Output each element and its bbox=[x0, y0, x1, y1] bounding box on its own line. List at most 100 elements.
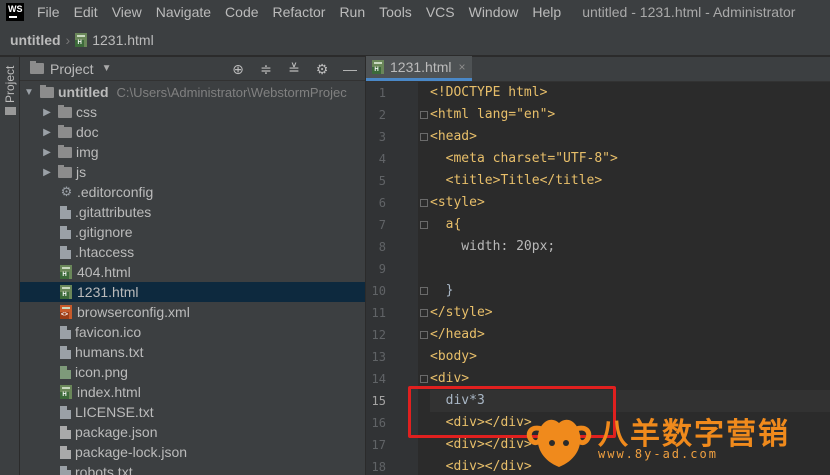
fold-marker-icon[interactable] bbox=[420, 375, 428, 383]
code-line[interactable] bbox=[430, 258, 830, 280]
tree-item-1231-html[interactable]: H 1231.html bbox=[20, 282, 365, 302]
tree-item-css[interactable]: ▶ css bbox=[20, 102, 365, 122]
fold-marker-icon[interactable] bbox=[420, 133, 428, 141]
tool-window-strip: Project bbox=[0, 57, 20, 475]
project-panel-title[interactable]: Project bbox=[50, 61, 94, 77]
line-number: 1 bbox=[378, 86, 386, 100]
tree-item-label: .gitattributes bbox=[75, 204, 152, 220]
tree-item-favicon[interactable]: favicon.ico bbox=[20, 322, 365, 342]
code-line[interactable]: <div></div> bbox=[430, 434, 830, 456]
tree-item-label: doc bbox=[76, 124, 99, 140]
close-icon[interactable]: × bbox=[458, 60, 465, 74]
menu-code[interactable]: Code bbox=[218, 4, 265, 20]
tree-item-license[interactable]: LICENSE.txt bbox=[20, 402, 365, 422]
fold-marker-icon[interactable] bbox=[420, 199, 428, 207]
breadcrumb-project[interactable]: untitled bbox=[10, 32, 61, 48]
code-line[interactable]: <title>Title</title> bbox=[430, 170, 830, 192]
line-number: 11 bbox=[371, 306, 386, 320]
line-number: 14 bbox=[371, 372, 386, 386]
code-line[interactable]: <div></div> bbox=[430, 456, 830, 475]
collapse-all-icon[interactable]: ≚ bbox=[287, 61, 301, 78]
tree-item-icon-png[interactable]: icon.png bbox=[20, 362, 365, 382]
expand-arrow-icon[interactable]: ▶ bbox=[40, 147, 54, 158]
code-text: } bbox=[430, 283, 454, 298]
code-text: <body> bbox=[430, 349, 477, 364]
tree-item-doc[interactable]: ▶ doc bbox=[20, 122, 365, 142]
tree-item-robots[interactable]: robots.txt bbox=[20, 462, 365, 475]
tree-item-404-html[interactable]: H 404.html bbox=[20, 262, 365, 282]
gear-icon[interactable]: ⚙ bbox=[315, 61, 329, 78]
tree-item-label: 404.html bbox=[77, 264, 131, 280]
html-file-icon: H bbox=[60, 385, 73, 399]
menu-vcs[interactable]: VCS bbox=[419, 4, 462, 20]
code-line[interactable]: <html lang="en"> bbox=[430, 104, 830, 126]
code-line[interactable]: <meta charset="UTF-8"> bbox=[430, 148, 830, 170]
tree-item-htaccess[interactable]: .htaccess bbox=[20, 242, 365, 262]
menu-file[interactable]: File bbox=[30, 4, 67, 20]
fold-marker-icon[interactable] bbox=[420, 331, 428, 339]
fold-marker-icon[interactable] bbox=[420, 111, 428, 119]
code-line[interactable]: <style> bbox=[430, 192, 830, 214]
code-text: <div></div> bbox=[430, 437, 532, 452]
line-number: 12 bbox=[371, 328, 386, 342]
tree-item-package-lock-json[interactable]: package-lock.json bbox=[20, 442, 365, 462]
line-number: 9 bbox=[378, 262, 386, 276]
menu-navigate[interactable]: Navigate bbox=[149, 4, 218, 20]
code-line[interactable]: <body> bbox=[430, 346, 830, 368]
expand-arrow-icon[interactable]: ▼ bbox=[22, 87, 36, 98]
code-line[interactable]: width: 20px; bbox=[430, 236, 830, 258]
tree-item-browserconfig[interactable]: <> browserconfig.xml bbox=[20, 302, 365, 322]
fold-marker-icon[interactable] bbox=[420, 287, 428, 295]
code-line[interactable]: } bbox=[430, 280, 830, 302]
fold-marker-icon[interactable] bbox=[420, 309, 428, 317]
code-line[interactable]: </head> bbox=[430, 324, 830, 346]
expand-arrow-icon[interactable]: ▶ bbox=[40, 167, 54, 178]
tree-item-label: browserconfig.xml bbox=[77, 304, 190, 320]
expand-arrow-icon[interactable]: ▶ bbox=[40, 127, 54, 138]
tree-item-humans[interactable]: humans.txt bbox=[20, 342, 365, 362]
fold-marker-icon[interactable] bbox=[420, 221, 428, 229]
code-text: <div></div> bbox=[430, 415, 532, 430]
html-file-icon: H bbox=[75, 32, 88, 47]
code-line[interactable]: <head> bbox=[430, 126, 830, 148]
tab-1231-html[interactable]: H 1231.html × bbox=[366, 56, 472, 81]
chevron-down-icon[interactable]: ▼ bbox=[102, 63, 112, 74]
folder-icon bbox=[58, 124, 72, 138]
tree-item-label: .gitignore bbox=[75, 224, 133, 240]
tree-root[interactable]: ▼ untitled C:\Users\Administrator\Websto… bbox=[20, 82, 365, 102]
breadcrumb-file[interactable]: 1231.html bbox=[92, 32, 153, 48]
tree-item-js[interactable]: ▶ js bbox=[20, 162, 365, 182]
code-line[interactable]: </style> bbox=[430, 302, 830, 324]
locate-file-icon[interactable]: ⊕ bbox=[231, 61, 245, 78]
menu-refactor[interactable]: Refactor bbox=[266, 4, 333, 20]
minimize-icon[interactable]: — bbox=[343, 61, 357, 77]
expand-arrow-icon[interactable]: ▶ bbox=[40, 107, 54, 118]
line-number: 4 bbox=[378, 152, 386, 166]
code-line-current[interactable]: div*3 bbox=[430, 390, 830, 412]
menu-help[interactable]: Help bbox=[525, 4, 568, 20]
menu-edit[interactable]: Edit bbox=[67, 4, 105, 20]
tree-item-package-json[interactable]: package.json bbox=[20, 422, 365, 442]
tree-item-index-html[interactable]: H index.html bbox=[20, 382, 365, 402]
expand-all-icon[interactable]: ≑ bbox=[259, 61, 273, 78]
menu-window[interactable]: Window bbox=[462, 4, 526, 20]
tree-item-editorconfig[interactable]: ⚙ .editorconfig bbox=[20, 182, 365, 202]
menu-run[interactable]: Run bbox=[332, 4, 372, 20]
code-line[interactable]: <!DOCTYPE html> bbox=[430, 82, 830, 104]
file-icon bbox=[60, 325, 71, 339]
code-line[interactable]: a{ bbox=[430, 214, 830, 236]
code-line[interactable]: <div> bbox=[430, 368, 830, 390]
html-file-icon: H bbox=[60, 265, 73, 279]
code-line[interactable]: <div></div> bbox=[430, 412, 830, 434]
menu-view[interactable]: View bbox=[105, 4, 149, 20]
tree-item-label: img bbox=[76, 144, 99, 160]
code-area[interactable]: <!DOCTYPE html> <html lang="en"> <head> … bbox=[430, 82, 830, 475]
tab-label: 1231.html bbox=[390, 59, 452, 75]
tree-root-name: untitled bbox=[58, 84, 109, 100]
tree-item-gitignore[interactable]: .gitignore bbox=[20, 222, 365, 242]
tree-item-gitattributes[interactable]: .gitattributes bbox=[20, 202, 365, 222]
menu-tools[interactable]: Tools bbox=[372, 4, 419, 20]
tree-item-img[interactable]: ▶ img bbox=[20, 142, 365, 162]
gear-icon: ⚙ bbox=[60, 184, 73, 199]
project-tool-window-button[interactable]: Project bbox=[3, 63, 17, 103]
